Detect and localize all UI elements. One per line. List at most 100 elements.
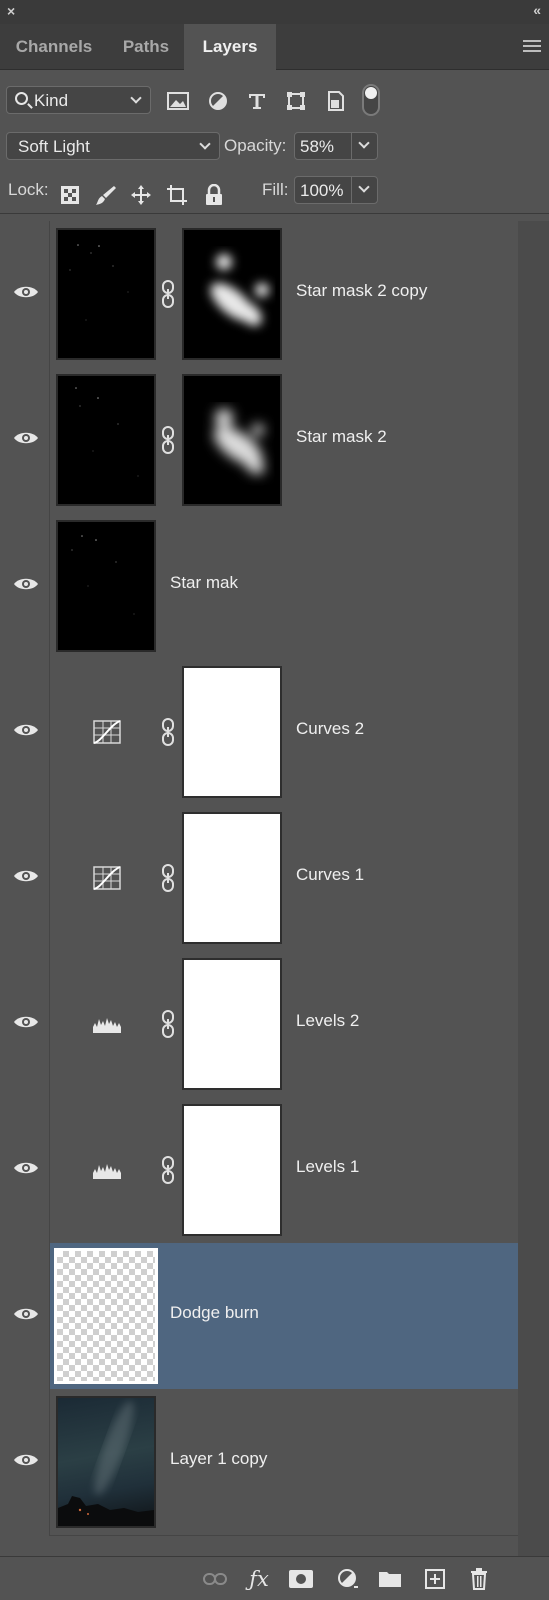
shape-filter-icon[interactable] (285, 90, 307, 112)
layer-name[interactable]: Star mask 2 copy (296, 281, 427, 301)
eye-icon[interactable] (13, 576, 39, 592)
adjustment-filter-icon[interactable] (207, 90, 229, 112)
layer-name[interactable]: Dodge burn (170, 1303, 259, 1323)
layer-thumbnail[interactable] (54, 1248, 158, 1384)
layer-row[interactable]: Star mask 2 copy (0, 221, 518, 368)
tab-layers[interactable]: Layers (184, 24, 276, 70)
collapse-icon[interactable]: « (533, 2, 541, 18)
image-filter-icon[interactable] (167, 90, 189, 112)
opacity-dropdown[interactable] (351, 133, 377, 159)
eye-icon[interactable] (13, 1014, 39, 1030)
group-folder-icon[interactable] (377, 1567, 403, 1591)
tab-bar: Channels Paths Layers (0, 24, 549, 70)
eye-icon[interactable] (13, 868, 39, 884)
link-chain-icon[interactable] (160, 717, 176, 747)
eye-icon[interactable] (13, 1452, 39, 1468)
panel-menu-icon[interactable] (523, 40, 541, 54)
levels-adjustment-icon[interactable] (92, 1009, 122, 1039)
filter-toggle-switch[interactable] (362, 84, 380, 116)
lock-image-pixels-icon[interactable] (95, 184, 117, 206)
chevron-down-icon (358, 181, 370, 193)
lock-position-icon[interactable] (130, 184, 152, 206)
visibility-column (0, 1243, 50, 1390)
layers-scrollbar[interactable] (518, 221, 549, 1556)
layer-mask-thumbnail[interactable] (182, 228, 282, 360)
layer-mask-thumbnail[interactable] (182, 666, 282, 798)
layer-row-selected[interactable]: Dodge burn (0, 1243, 518, 1390)
layer-thumbnail[interactable] (56, 520, 156, 652)
lock-fill-row: Lock: Fill: 100% (0, 164, 549, 214)
visibility-column (0, 951, 50, 1098)
visibility-column (0, 513, 50, 660)
layer-row[interactable]: Layer 1 copy (0, 1389, 518, 1536)
layers-list: Star mask 2 copy Star mask 2 Star mak Cu… (0, 221, 518, 1556)
fill-field[interactable]: 100% (294, 176, 378, 204)
chevron-down-icon (199, 138, 211, 150)
tab-channels[interactable]: Channels (0, 24, 108, 70)
close-icon[interactable]: × (7, 3, 15, 19)
layer-mask-thumbnail[interactable] (182, 958, 282, 1090)
layer-thumbnail[interactable] (56, 1396, 156, 1528)
visibility-column (0, 1097, 50, 1244)
eye-icon[interactable] (13, 284, 39, 300)
layer-name[interactable]: Curves 2 (296, 719, 364, 739)
eye-icon[interactable] (13, 1160, 39, 1176)
layer-thumbnail[interactable] (56, 374, 156, 506)
new-layer-icon[interactable] (422, 1567, 448, 1591)
lock-transparent-pixels-icon[interactable] (59, 184, 81, 206)
tab-paths[interactable]: Paths (108, 24, 184, 70)
layer-row[interactable]: Star mak (0, 513, 518, 660)
add-mask-icon[interactable] (288, 1567, 314, 1591)
eye-icon[interactable] (13, 722, 39, 738)
link-chain-icon[interactable] (160, 1009, 176, 1039)
visibility-column (0, 1389, 50, 1536)
layer-name[interactable]: Levels 1 (296, 1157, 359, 1177)
layer-row[interactable]: Levels 1 (0, 1097, 518, 1244)
fx-icon[interactable]: ƒx (246, 1567, 272, 1591)
fill-dropdown[interactable] (351, 177, 377, 203)
type-filter-icon[interactable] (246, 90, 268, 112)
eye-icon[interactable] (13, 1306, 39, 1322)
blend-mode-select[interactable]: Soft Light (6, 132, 220, 160)
opacity-value: 58% (300, 137, 335, 156)
blend-opacity-row: Soft Light Opacity: 58% (0, 118, 549, 164)
layer-row[interactable]: Levels 2 (0, 951, 518, 1098)
link-chain-icon[interactable] (160, 1155, 176, 1185)
layer-mask-thumbnail[interactable] (182, 374, 282, 506)
opacity-field[interactable]: 58% (294, 132, 378, 160)
layer-name[interactable]: Star mask 2 (296, 427, 387, 447)
layer-filter-row: Kind (0, 70, 549, 118)
layer-name[interactable]: Curves 1 (296, 865, 364, 885)
layer-name[interactable]: Layer 1 copy (170, 1449, 267, 1469)
visibility-column (0, 805, 50, 952)
link-chain-icon[interactable] (160, 863, 176, 893)
blend-mode-value: Soft Light (18, 137, 90, 156)
smart-object-filter-icon[interactable] (325, 90, 347, 112)
link-chain-icon[interactable] (160, 425, 176, 455)
levels-adjustment-icon[interactable] (92, 1155, 122, 1185)
link-layers-icon[interactable] (202, 1567, 228, 1591)
layer-name[interactable]: Levels 2 (296, 1011, 359, 1031)
layer-thumbnail[interactable] (56, 228, 156, 360)
layer-row[interactable]: Star mask 2 (0, 367, 518, 514)
kind-filter-select[interactable]: Kind (6, 86, 151, 114)
layer-name[interactable]: Star mak (170, 573, 238, 593)
layer-mask-thumbnail[interactable] (182, 812, 282, 944)
layers-footer-toolbar: ƒx (0, 1556, 549, 1600)
eye-icon[interactable] (13, 430, 39, 446)
curves-adjustment-icon[interactable] (92, 717, 122, 747)
adjustment-layer-icon[interactable] (335, 1567, 361, 1591)
visibility-column (0, 221, 50, 368)
layer-row[interactable]: Curves 2 (0, 659, 518, 806)
lock-all-icon[interactable] (203, 184, 225, 206)
kind-filter-label: Kind (34, 91, 69, 110)
lock-label: Lock: (8, 180, 49, 199)
lock-artboard-icon[interactable] (166, 184, 188, 206)
panel-titlebar: × « (0, 0, 549, 24)
curves-adjustment-icon[interactable] (92, 863, 122, 893)
layer-row[interactable]: Curves 1 (0, 805, 518, 952)
layer-mask-thumbnail[interactable] (182, 1104, 282, 1236)
trash-icon[interactable] (466, 1567, 492, 1591)
link-chain-icon[interactable] (160, 279, 176, 309)
opacity-label: Opacity: (224, 136, 287, 155)
